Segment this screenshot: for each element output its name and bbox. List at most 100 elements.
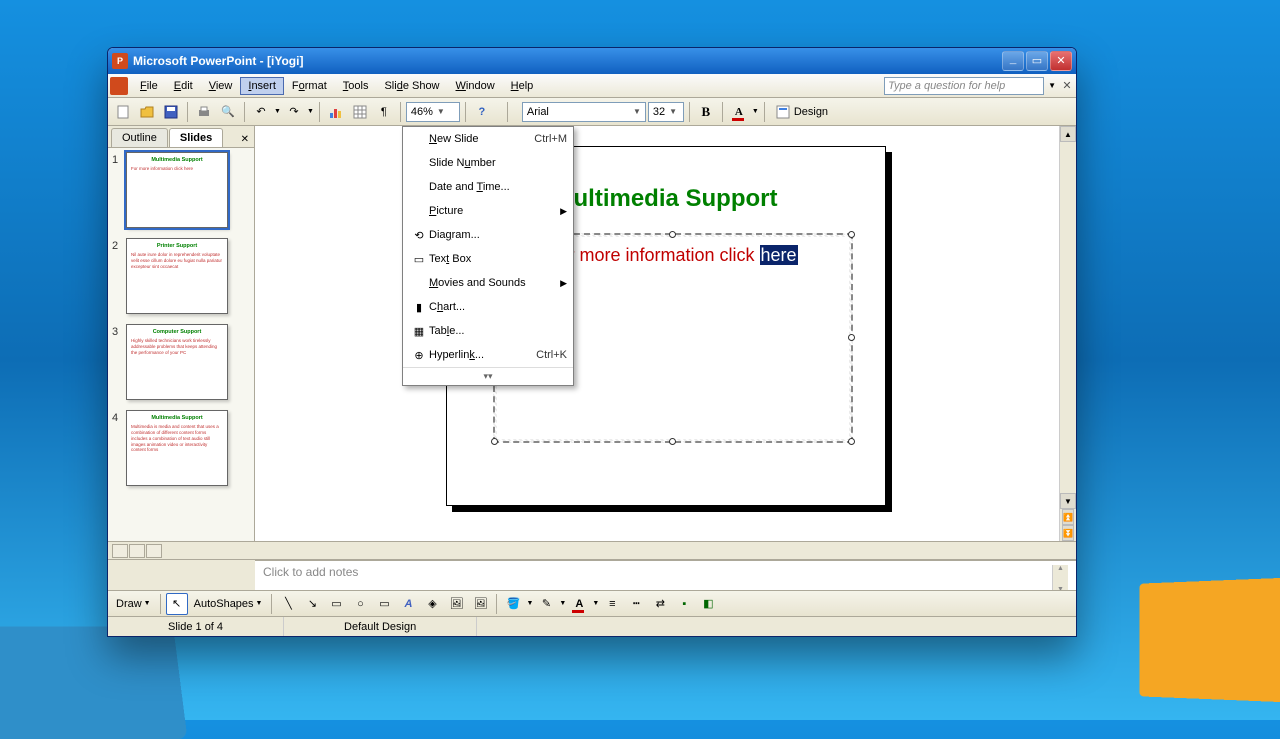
zoom-combo[interactable]: 46%▼ — [406, 102, 460, 122]
menu-file[interactable]: File — [132, 77, 166, 95]
notes-scrollbar[interactable]: ▲▼ — [1052, 565, 1068, 593]
print-preview-button[interactable]: 🔍 — [217, 101, 239, 123]
menu-item-hyperlink[interactable]: ⊕ Hyperlink... Ctrl+K — [403, 343, 573, 367]
slide-area[interactable]: Multimedia Support For more information … — [255, 126, 1076, 541]
line-color-button[interactable]: ✎ — [535, 593, 557, 615]
help-dropdown-icon[interactable]: ▼ — [1048, 81, 1056, 90]
menu-item-text-box[interactable]: ▭ Text Box — [403, 247, 573, 271]
menu-item-chart[interactable]: ▮ Chart... — [403, 295, 573, 319]
new-button[interactable] — [112, 101, 134, 123]
resize-handle[interactable] — [491, 438, 498, 445]
menu-item-icon: ▭ — [409, 253, 429, 266]
design-button[interactable]: Design — [770, 103, 834, 121]
resize-handle[interactable] — [848, 231, 855, 238]
font-color-button[interactable]: A — [728, 101, 750, 123]
resize-handle[interactable] — [669, 231, 676, 238]
fill-color-button[interactable]: 🪣 — [502, 593, 524, 615]
panel-close-icon[interactable]: ✕ — [236, 132, 254, 147]
arrow-button[interactable]: ↘ — [301, 593, 323, 615]
slide-info: Slide 1 of 4 — [108, 617, 284, 636]
slide-thumbnail[interactable]: 4 Multimedia Support Multimedia is media… — [112, 410, 250, 486]
close-button[interactable]: ✕ — [1050, 51, 1072, 71]
tab-outline[interactable]: Outline — [111, 128, 168, 147]
autoshapes-menu[interactable]: AutoShapes▼ — [190, 596, 267, 612]
3d-button[interactable]: ◧ — [697, 593, 719, 615]
menu-item-label: Picture — [429, 205, 560, 217]
notes-pane[interactable]: Click to add notes ▲▼ — [255, 560, 1076, 590]
save-button[interactable] — [160, 101, 182, 123]
dash-style-button[interactable]: ┅ — [625, 593, 647, 615]
font-size-combo[interactable]: 32▼ — [648, 102, 684, 122]
thumb-preview[interactable]: Printer Support Nil aute irure dolor in … — [126, 238, 228, 314]
textbox-button[interactable]: ▭ — [373, 593, 395, 615]
chart-button[interactable] — [325, 101, 347, 123]
thumb-number: 3 — [112, 324, 126, 338]
slideshow-view-button[interactable] — [146, 544, 162, 558]
sorter-view-button[interactable] — [129, 544, 145, 558]
show-formatting-button[interactable]: ¶ — [373, 101, 395, 123]
menu-insert[interactable]: Insert — [240, 77, 284, 95]
maximize-button[interactable]: ▭ — [1026, 51, 1048, 71]
rectangle-button[interactable]: ▭ — [325, 593, 347, 615]
drawing-toolbar: Draw▼ ↖ AutoShapes▼ ╲ ↘ ▭ ○ ▭ A ◈ 🖼 🖼 🪣▼… — [108, 590, 1076, 616]
help-search-input[interactable] — [884, 77, 1044, 95]
normal-view-button[interactable] — [112, 544, 128, 558]
arrow-style-button[interactable]: ⇄ — [649, 593, 671, 615]
menu-item-slide-number[interactable]: Slide Number — [403, 151, 573, 175]
menu-edit[interactable]: Edit — [166, 77, 201, 95]
wordart-button[interactable]: A — [397, 593, 419, 615]
menu-view[interactable]: View — [201, 77, 241, 95]
select-objects-button[interactable]: ↖ — [166, 593, 188, 615]
slide-thumbnail[interactable]: 1 Multimedia Support For more informatio… — [112, 152, 250, 228]
redo-button[interactable]: ↷ — [283, 101, 305, 123]
clipart-button[interactable]: 🖼 — [445, 593, 467, 615]
system-menu-icon[interactable] — [110, 77, 128, 95]
font-color-button[interactable]: A — [568, 593, 590, 615]
slide-thumbnail[interactable]: 3 Computer Support Highly skilled techni… — [112, 324, 250, 400]
design-info: Default Design — [284, 617, 477, 636]
minimize-button[interactable]: _ — [1002, 51, 1024, 71]
menu-slideshow[interactable]: Slide Show — [376, 77, 447, 95]
thumb-preview[interactable]: Computer Support Highly skilled technici… — [126, 324, 228, 400]
draw-menu[interactable]: Draw▼ — [112, 596, 155, 612]
resize-handle[interactable] — [848, 438, 855, 445]
menu-help[interactable]: Help — [503, 77, 542, 95]
menu-item-label: Date and Time... — [429, 181, 567, 193]
menu-item-table[interactable]: ▦ Table... — [403, 319, 573, 343]
line-style-button[interactable]: ≡ — [601, 593, 623, 615]
thumb-preview[interactable]: Multimedia Support For more information … — [126, 152, 228, 228]
print-button[interactable] — [193, 101, 215, 123]
titlebar[interactable]: P Microsoft PowerPoint - [iYogi] _ ▭ ✕ — [108, 48, 1076, 74]
slide-thumbnail[interactable]: 2 Printer Support Nil aute irure dolor i… — [112, 238, 250, 314]
oval-button[interactable]: ○ — [349, 593, 371, 615]
picture-button[interactable]: 🖼 — [469, 593, 491, 615]
shadow-button[interactable]: ▪ — [673, 593, 695, 615]
menu-item-date-and-time[interactable]: Date and Time... — [403, 175, 573, 199]
help-button[interactable]: ? — [471, 101, 493, 123]
resize-handle[interactable] — [848, 334, 855, 341]
resize-handle[interactable] — [669, 438, 676, 445]
menu-item-label: Diagram... — [429, 229, 567, 241]
menu-item-diagram[interactable]: ⟲ Diagram... — [403, 223, 573, 247]
thumb-preview[interactable]: Multimedia Support Multimedia is media a… — [126, 410, 228, 486]
menu-item-picture[interactable]: Picture ▶ — [403, 199, 573, 223]
menu-item-label: Hyperlink... — [429, 349, 536, 361]
menu-format[interactable]: Format — [284, 77, 335, 95]
expand-menu-icon[interactable]: ▾▾ — [403, 367, 573, 385]
open-button[interactable] — [136, 101, 158, 123]
undo-button[interactable]: ↶ — [250, 101, 272, 123]
close-doc-icon[interactable]: ✕ — [1060, 79, 1074, 93]
bold-button[interactable]: B — [695, 101, 717, 123]
menu-window[interactable]: Window — [448, 77, 503, 95]
table-button[interactable] — [349, 101, 371, 123]
menu-item-movies-and-sounds[interactable]: Movies and Sounds ▶ — [403, 271, 573, 295]
tab-slides[interactable]: Slides — [169, 128, 223, 147]
menu-item-new-slide[interactable]: New Slide Ctrl+M — [403, 127, 573, 151]
line-button[interactable]: ╲ — [277, 593, 299, 615]
menu-tools[interactable]: Tools — [335, 77, 377, 95]
thumb-number: 4 — [112, 410, 126, 424]
font-name-combo[interactable]: Arial▼ — [522, 102, 646, 122]
vertical-scrollbar[interactable]: ▲ ▼ ⏫ ⏬ — [1059, 126, 1076, 541]
menu-item-icon: ⟲ — [409, 229, 429, 242]
diagram-button[interactable]: ◈ — [421, 593, 443, 615]
